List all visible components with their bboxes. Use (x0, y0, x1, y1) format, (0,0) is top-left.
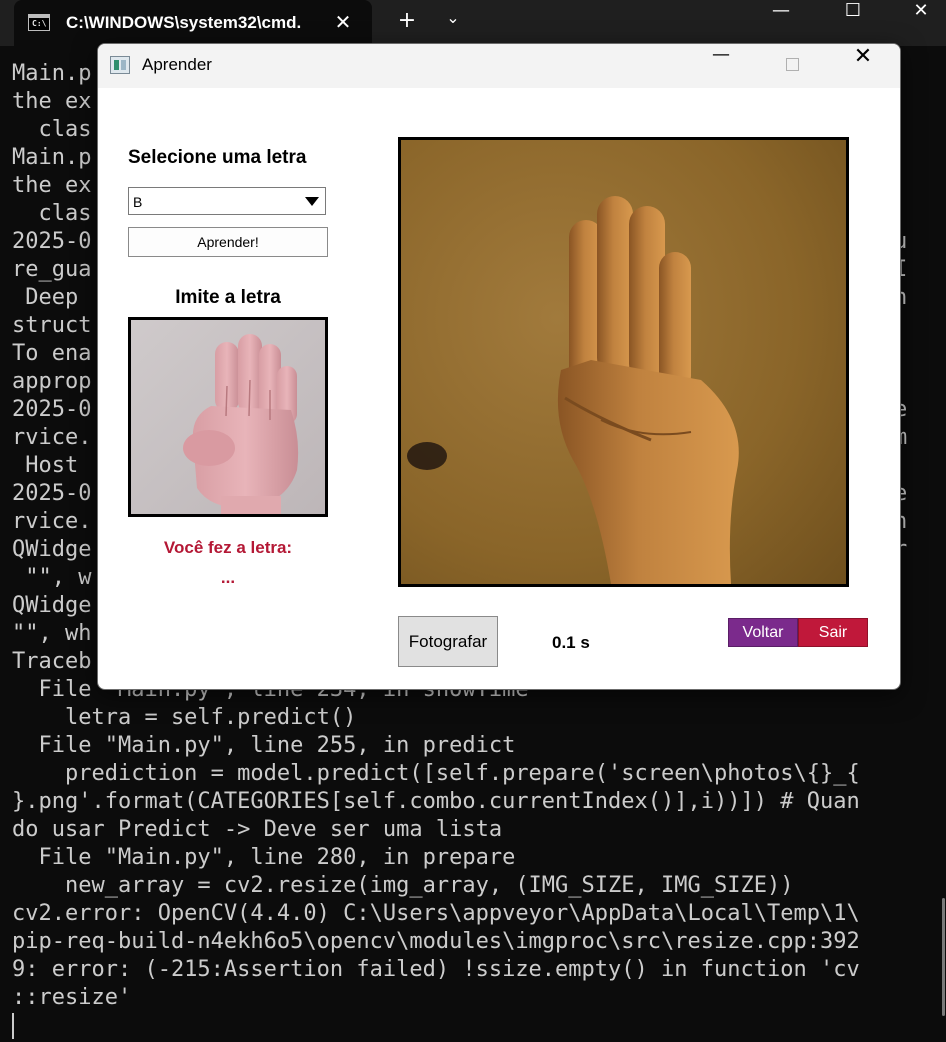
terminal-line: prediction = model.predict([self.prepare… (12, 761, 860, 786)
dialog-titlebar: Aprender — ✕ (98, 44, 900, 88)
dropdown-arrow-icon[interactable] (301, 191, 323, 211)
terminal-line: ::resize' (12, 985, 132, 1010)
tab-title: C:\WINDOWS\system32\cmd. (66, 13, 302, 32)
plus-icon[interactable]: + (392, 8, 422, 38)
dialog-title: Aprender (142, 55, 212, 74)
result-value: ... (220, 568, 236, 587)
terminal-line: File "Main.py", line 255, in predict (12, 733, 516, 758)
imitate-label: Imite a letra (175, 287, 281, 308)
maximize-icon (770, 44, 816, 88)
terminal-line: do usar Predict -> Deve ser uma lista (12, 817, 503, 842)
combobox-value: B (133, 194, 143, 210)
minimize-icon[interactable]: — (698, 44, 744, 88)
terminal-line: new_array = cv2.resize(img_array, (IMG_S… (12, 873, 794, 898)
terminal-line: File "Main.py", line 280, in prepare (12, 845, 516, 870)
terminal-line: pip-req-build-n4ekh6o5\opencv\modules\im… (12, 929, 860, 954)
app-icon (110, 56, 130, 74)
terminal-line: }.png'.format(CATEGORIES[self.combo.curr… (12, 789, 860, 814)
learn-button[interactable]: Aprender! (128, 227, 328, 257)
result-label: Você fez a letra: (163, 538, 293, 557)
timer-label: 0.1 s (552, 633, 590, 652)
letter-combobox[interactable]: B (128, 187, 326, 215)
select-letter-label: Selecione uma letra (128, 147, 307, 168)
close-icon[interactable]: ✕ (888, 0, 946, 38)
maximize-icon[interactable]: ☐ (820, 0, 886, 38)
text-cursor (12, 1013, 14, 1039)
back-button[interactable]: Voltar (728, 618, 798, 647)
scrollbar[interactable] (942, 898, 945, 1016)
terminal-line: 9: error: (-215:Assertion failed) !ssize… (12, 957, 860, 982)
chevron-down-icon[interactable]: ⌄ (438, 8, 468, 38)
close-icon[interactable]: ✕ (328, 7, 358, 37)
terminal-line: letra = self.predict() (12, 705, 357, 730)
terminal-titlebar: C:\ C:\WINDOWS\system32\cmd. ✕ + ⌄ — ☐ ✕ (0, 0, 946, 46)
reference-hand-image (128, 317, 328, 517)
exit-button[interactable]: Sair (798, 618, 868, 647)
terminal-icon: C:\ (28, 14, 50, 31)
close-icon[interactable]: ✕ (840, 44, 886, 88)
terminal-line: cv2.error: OpenCV(4.4.0) C:\Users\appvey… (12, 901, 860, 926)
terminal-tab[interactable]: C:\ C:\WINDOWS\system32\cmd. ✕ (14, 0, 372, 46)
photograph-button[interactable]: Fotografar (398, 616, 498, 667)
minimize-icon[interactable]: — (748, 0, 814, 38)
camera-feed (398, 137, 849, 587)
aprender-dialog: Aprender — ✕ Selecione uma letra B Apren… (97, 43, 901, 690)
